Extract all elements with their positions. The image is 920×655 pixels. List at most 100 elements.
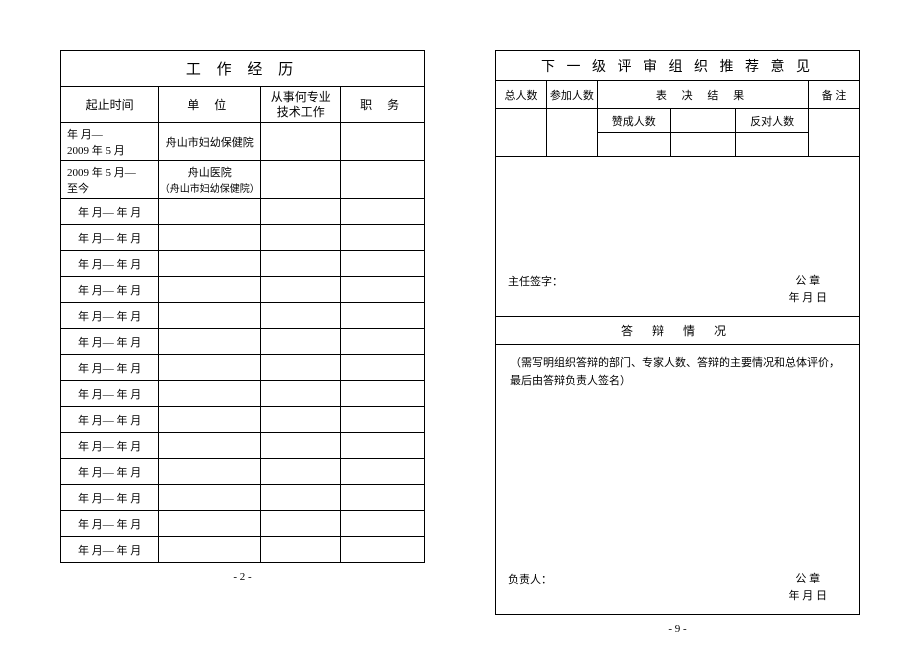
cell-unit (159, 407, 261, 433)
cell-tech (261, 407, 341, 433)
cell-time: 年 月— 年 月 (61, 277, 159, 303)
cell-time: 年 月— 年 月 (61, 251, 159, 277)
cell-tech (261, 303, 341, 329)
cell-time: 年 月— 年 月 (61, 199, 159, 225)
table-row: 年 月— 年 月 (61, 329, 425, 355)
cell-pos (341, 433, 425, 459)
table-row: 年 月— 年 月 (61, 433, 425, 459)
hdr-remark: 备 注 (809, 81, 860, 109)
table-row: 年 月— 年 月 (61, 511, 425, 537)
cell-time: 年 月— 年 月 (61, 303, 159, 329)
hdr-oppose: 反对人数 (736, 109, 809, 133)
hdr-total: 总人数 (496, 81, 547, 109)
cell-time: 年 月—2009 年 5 月 (61, 123, 159, 161)
person-in-charge-label: 负责人： (508, 571, 552, 606)
cell-tech (261, 355, 341, 381)
val-agree (597, 133, 670, 157)
hdr-pos: 职 务 (341, 87, 425, 123)
table-row: 年 月— 年 月 (61, 485, 425, 511)
table-row: 年 月—2009 年 5 月舟山市妇幼保健院 (61, 123, 425, 161)
cell-unit (159, 303, 261, 329)
cell-unit (159, 459, 261, 485)
val-total (496, 109, 547, 157)
seal-date: 公 章 年 月 日 (789, 273, 848, 308)
table-row: 年 月— 年 月 (61, 277, 425, 303)
cell-time: 年 月— 年 月 (61, 355, 159, 381)
hdr-result: 表 决 结 果 (597, 81, 808, 109)
cell-time: 年 月— 年 月 (61, 329, 159, 355)
cell-time: 年 月— 年 月 (61, 381, 159, 407)
cell-tech (261, 251, 341, 277)
cell-tech (261, 277, 341, 303)
defense-title: 答 辩 情 况 (496, 317, 860, 345)
cell-tech (261, 329, 341, 355)
table-row: 2009 年 5 月—至今舟山医院（舟山市妇幼保健院） (61, 161, 425, 199)
recommendation-table: 下 一 级 评 审 组 织 推 荐 意 见 总人数 参加人数 表 决 结 果 备… (495, 50, 860, 615)
cell-unit (159, 433, 261, 459)
cell-tech (261, 225, 341, 251)
cell-tech (261, 381, 341, 407)
cell-time: 年 月— 年 月 (61, 459, 159, 485)
table-row: 年 月— 年 月 (61, 303, 425, 329)
cell-time: 年 月— 年 月 (61, 537, 159, 563)
cell-unit (159, 485, 261, 511)
cell-unit: 舟山医院（舟山市妇幼保健院） (159, 161, 261, 199)
left-page-no: - 2 - (60, 571, 425, 583)
cell-tech (261, 161, 341, 199)
val-part (546, 109, 597, 157)
table-row: 年 月— 年 月 (61, 459, 425, 485)
work-history-table: 工 作 经 历 起止时间 单 位 从事何专业 技术工作 职 务 年 月—2009… (60, 50, 425, 563)
cell-unit (159, 199, 261, 225)
hdr-part: 参加人数 (546, 81, 597, 109)
seal-date-2: 公 章 年 月 日 (789, 571, 848, 606)
cell-unit (159, 355, 261, 381)
cell-pos (341, 225, 425, 251)
cell-pos (341, 485, 425, 511)
cell-time: 年 月— 年 月 (61, 511, 159, 537)
cell-time: 年 月— 年 月 (61, 225, 159, 251)
director-sign-area: 主任签字： 公 章 年 月 日 (496, 157, 860, 317)
cell-tech (261, 537, 341, 563)
cell-unit (159, 511, 261, 537)
defense-body: （需写明组织答辩的部门、专家人数、答辩的主要情况和总体评价，最后由答辩负责人签名… (496, 345, 860, 615)
cell-unit (159, 329, 261, 355)
table-row: 年 月— 年 月 (61, 407, 425, 433)
cell-unit: 舟山市妇幼保健院 (159, 123, 261, 161)
cell-time: 年 月— 年 月 (61, 485, 159, 511)
table-row: 年 月— 年 月 (61, 381, 425, 407)
table-row: 年 月— 年 月 (61, 225, 425, 251)
cell-pos (341, 329, 425, 355)
hdr-agree: 赞成人数 (597, 109, 670, 133)
cell-tech (261, 123, 341, 161)
cell-pos (341, 199, 425, 225)
table-row: 年 月— 年 月 (61, 251, 425, 277)
cell-pos (341, 303, 425, 329)
cell-pos (341, 161, 425, 199)
cell-unit (159, 225, 261, 251)
table-row: 年 月— 年 月 (61, 355, 425, 381)
cell-pos (341, 459, 425, 485)
hdr-tech: 从事何专业 技术工作 (261, 87, 341, 123)
cell-pos (341, 407, 425, 433)
cell-pos (341, 511, 425, 537)
cell-pos (341, 123, 425, 161)
cell-pos (341, 277, 425, 303)
cell-pos (341, 381, 425, 407)
cell-tech (261, 511, 341, 537)
cell-unit (159, 537, 261, 563)
left-page: 工 作 经 历 起止时间 单 位 从事何专业 技术工作 职 务 年 月—2009… (60, 50, 425, 635)
right-title: 下 一 级 评 审 组 织 推 荐 意 见 (496, 51, 860, 81)
hdr-time: 起止时间 (61, 87, 159, 123)
right-page-no: - 9 - (495, 623, 860, 635)
cell-time: 年 月— 年 月 (61, 407, 159, 433)
cell-unit (159, 251, 261, 277)
cell-pos (341, 251, 425, 277)
val-oppose (736, 133, 809, 157)
cell-unit (159, 277, 261, 303)
left-title: 工 作 经 历 (61, 51, 425, 87)
cell-unit (159, 381, 261, 407)
val-remark (809, 109, 860, 157)
table-row: 年 月— 年 月 (61, 199, 425, 225)
cell-pos (341, 355, 425, 381)
table-row: 年 月— 年 月 (61, 537, 425, 563)
